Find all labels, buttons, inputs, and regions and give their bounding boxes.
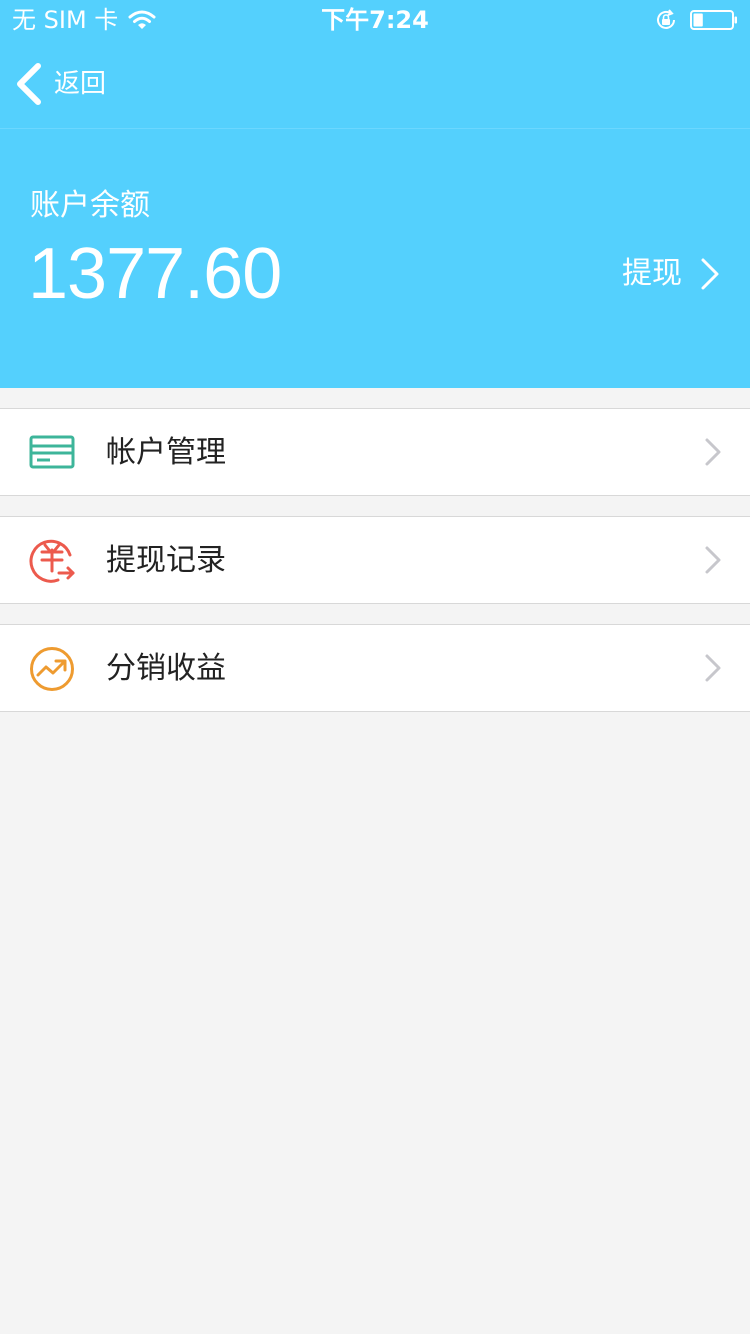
menu-item-label: 帐户管理 (106, 435, 226, 470)
battery-icon (690, 10, 737, 30)
menu-item-withdraw-records[interactable]: 提现记录 (0, 516, 750, 604)
chevron-right-icon (705, 546, 721, 574)
yuan-transfer-icon (29, 539, 75, 583)
status-indicators (654, 8, 738, 32)
chevron-right-icon (701, 258, 719, 290)
withdraw-button[interactable]: 提现 (622, 252, 720, 296)
menu-item-label: 提现记录 (106, 543, 226, 578)
card-icon (29, 435, 75, 469)
menu-item-account-management[interactable]: 帐户管理 (0, 408, 750, 496)
back-label: 返回 (54, 69, 107, 99)
chevron-left-icon (17, 63, 41, 105)
balance-label: 账户余额 (30, 188, 150, 223)
chevron-right-icon (705, 654, 721, 682)
withdraw-label: 提现 (622, 256, 682, 291)
menu-item-label: 分销收益 (106, 651, 226, 686)
account-header: 无 SIM 卡 下午7:24 返回 账户余额 1377.60 提现 (0, 0, 750, 388)
status-time: 下午7:24 (321, 6, 429, 34)
status-bar: 无 SIM 卡 下午7:24 (0, 0, 750, 40)
rotation-lock-icon (657, 9, 675, 29)
back-button[interactable]: 返回 (14, 60, 106, 108)
chevron-right-icon (705, 438, 721, 466)
trend-up-icon (30, 647, 74, 691)
nav-bar: 返回 (0, 40, 750, 129)
balance-amount: 1377.60 (28, 234, 282, 314)
menu-item-distribution-earnings[interactable]: 分销收益 (0, 624, 750, 712)
